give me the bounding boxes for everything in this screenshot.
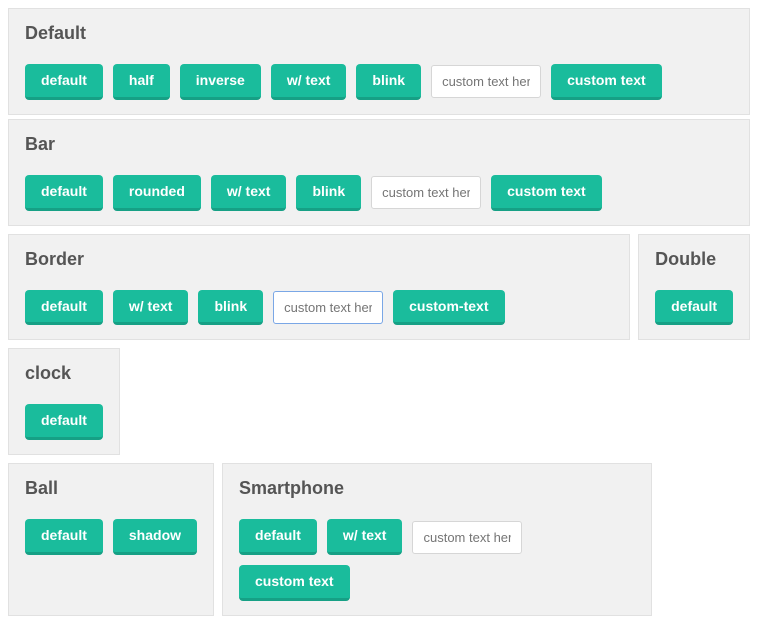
button-row: default rounded w/ text blink custom tex…	[25, 175, 733, 211]
panel-bar: Bar default rounded w/ text blink custom…	[8, 119, 750, 226]
button-row: default w/ text custom text	[239, 519, 635, 601]
custom-text-button[interactable]: custom-text	[393, 290, 504, 326]
custom-text-button[interactable]: custom text	[551, 64, 662, 100]
panel-smartphone: Smartphone default w/ text custom text	[222, 463, 652, 616]
button-row: default shadow	[25, 519, 197, 555]
wtext-button[interactable]: w/ text	[113, 290, 189, 326]
wtext-button[interactable]: w/ text	[211, 175, 287, 211]
custom-text-input[interactable]	[371, 176, 481, 209]
button-row: default half inverse w/ text blink custo…	[25, 64, 733, 100]
panel-title: Default	[25, 23, 733, 44]
panel-title: Double	[655, 249, 733, 270]
custom-text-input[interactable]	[273, 291, 383, 324]
button-row: default	[655, 290, 733, 326]
default-button[interactable]: default	[25, 519, 103, 555]
custom-text-button[interactable]: custom text	[491, 175, 602, 211]
default-button[interactable]: default	[239, 519, 317, 555]
default-button[interactable]: default	[655, 290, 733, 326]
blink-button[interactable]: blink	[356, 64, 421, 100]
panel-ball: Ball default shadow	[8, 463, 214, 616]
custom-text-input[interactable]	[412, 521, 522, 554]
custom-text-button[interactable]: custom text	[239, 565, 350, 601]
panel-default: Default default half inverse w/ text bli…	[8, 8, 750, 115]
inverse-button[interactable]: inverse	[180, 64, 261, 100]
default-button[interactable]: default	[25, 290, 103, 326]
default-button[interactable]: default	[25, 64, 103, 100]
default-button[interactable]: default	[25, 404, 103, 440]
shadow-button[interactable]: shadow	[113, 519, 197, 555]
rounded-button[interactable]: rounded	[113, 175, 201, 211]
panel-title: Ball	[25, 478, 197, 499]
panel-title: Border	[25, 249, 613, 270]
panel-double: Double default	[638, 234, 750, 341]
wtext-button[interactable]: w/ text	[327, 519, 403, 555]
panel-title: clock	[25, 363, 103, 384]
button-row: default w/ text blink custom-text	[25, 290, 613, 326]
wtext-button[interactable]: w/ text	[271, 64, 347, 100]
panel-title: Bar	[25, 134, 733, 155]
custom-text-input[interactable]	[431, 65, 541, 98]
blink-button[interactable]: blink	[296, 175, 361, 211]
panel-clock: clock default	[8, 348, 120, 455]
default-button[interactable]: default	[25, 175, 103, 211]
panel-title: Smartphone	[239, 478, 635, 499]
button-row: default	[25, 404, 103, 440]
half-button[interactable]: half	[113, 64, 170, 100]
panel-border: Border default w/ text blink custom-text	[8, 234, 630, 341]
blink-button[interactable]: blink	[198, 290, 263, 326]
